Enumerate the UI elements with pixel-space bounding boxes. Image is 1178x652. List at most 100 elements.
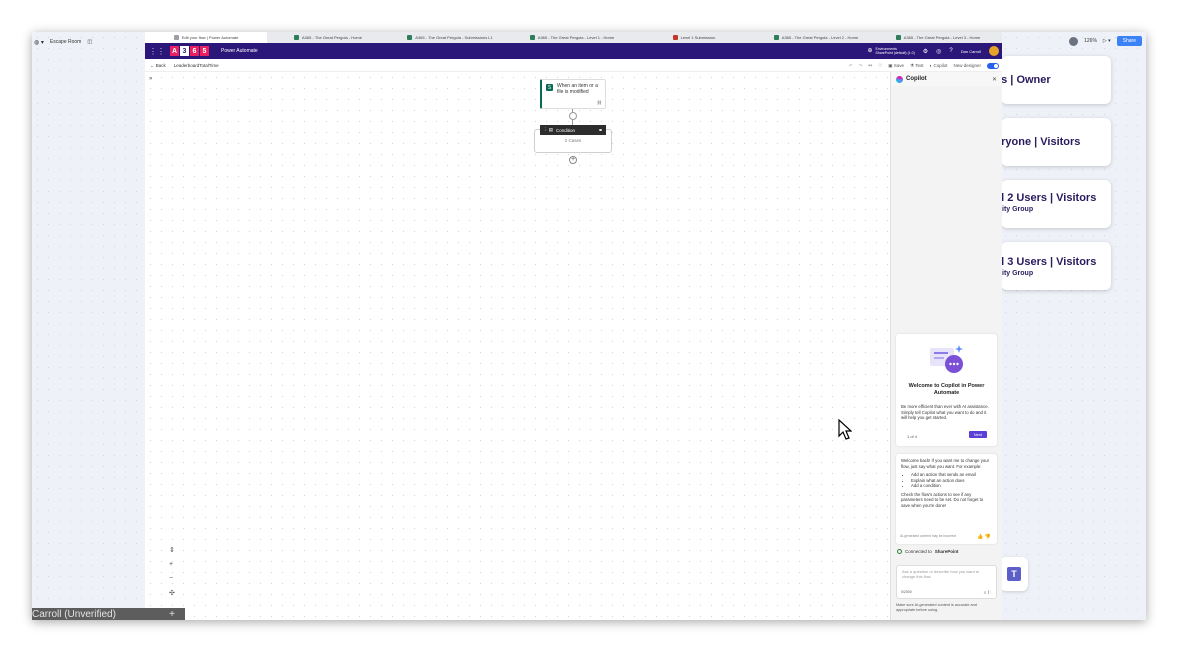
tab-label: Edit your flow | Power Automate bbox=[181, 35, 239, 40]
participant-bar: Carroll (Unverified) + bbox=[32, 608, 185, 620]
tab-great-pergola-home[interactable]: A365 - The Great Pergola - Home bbox=[267, 32, 389, 43]
present-icon[interactable]: ▷ ▾ bbox=[1103, 38, 1111, 44]
tab-level3-home[interactable]: A365 - The Great Pergola - Level 3 - Hom… bbox=[877, 32, 999, 43]
back-button[interactable]: ← Back bbox=[150, 63, 166, 68]
copilot-input[interactable]: Ask a question or describe how you want … bbox=[896, 565, 997, 599]
environment-text: Environments SharePoint (default) (1.0) bbox=[875, 47, 914, 56]
settings-icon[interactable]: ⚙ bbox=[923, 48, 928, 55]
environment-value: SharePoint (default) (1.0) bbox=[875, 51, 915, 55]
link-icon: ⛓ bbox=[596, 100, 602, 105]
copilot-button[interactable]: ◐ Copilot bbox=[930, 63, 948, 68]
participant-name: Carroll (Unverified) bbox=[32, 608, 116, 620]
tab-edit-flow[interactable]: Edit your flow | Power Automate bbox=[145, 32, 267, 43]
connections-icon[interactable]: ⚯ bbox=[868, 63, 872, 69]
environment-picker[interactable]: ⊕ Environments SharePoint (default) (1.0) bbox=[867, 47, 914, 56]
role-card-1[interactable]: ss | Owner bbox=[995, 56, 1111, 104]
role-card-role: Visitors bbox=[1056, 256, 1097, 268]
role-card-text: el 2 Users | bbox=[995, 192, 1057, 204]
logo-letter: A bbox=[170, 46, 179, 56]
footer-disclaimer: Make sure AI-generated content is accura… bbox=[896, 603, 977, 612]
app-title[interactable]: Power Automate bbox=[221, 48, 258, 54]
welcome-title: Welcome to Copilot in Power Automate bbox=[908, 383, 985, 396]
whiteboard-toolbar-right: 126% ▷ ▾ Share bbox=[1069, 36, 1142, 46]
test-label: Test bbox=[915, 62, 924, 68]
tab-level1-submission[interactable]: Level 1 Submission bbox=[633, 32, 755, 43]
avatar[interactable] bbox=[989, 46, 999, 56]
trigger-card[interactable]: S When an item or a file is modified ⛓ bbox=[540, 79, 606, 109]
fit-view-icon[interactable]: ⇕ bbox=[169, 546, 175, 554]
logo-letter: 6 bbox=[190, 46, 199, 56]
share-button[interactable]: Share bbox=[1116, 36, 1142, 46]
role-card-3[interactable]: el 2 Users | Visitors urity Group bbox=[995, 180, 1111, 228]
teams-icon: T bbox=[1007, 567, 1021, 581]
teams-app-card[interactable]: T bbox=[1000, 557, 1028, 591]
feedback-icons: 👍 👎 bbox=[977, 534, 991, 541]
role-card-title: ss | Owner bbox=[995, 74, 1051, 86]
board-name[interactable]: Escape Room bbox=[50, 39, 81, 45]
link-icon: ⚭ bbox=[597, 127, 603, 134]
test-button[interactable]: ⚗ Test bbox=[910, 63, 923, 69]
menu-icon[interactable]: ◍ ▾ bbox=[34, 39, 44, 46]
app-launcher-icon[interactable]: ⋮⋮ bbox=[149, 47, 165, 56]
checker-icon[interactable]: ♡ bbox=[878, 63, 882, 69]
tab-level2-home[interactable]: A365 - The Great Pergola - Level 2 - Hom… bbox=[755, 32, 877, 43]
notifications-icon[interactable]: ◎ bbox=[936, 48, 941, 55]
condition-cases: 2 Cases bbox=[564, 138, 582, 143]
help-icon[interactable]: ? bbox=[949, 48, 952, 54]
sharepoint-icon bbox=[294, 35, 300, 40]
connection-status: Connected to SharePoint bbox=[897, 549, 959, 554]
zoom-level[interactable]: 126% bbox=[1084, 38, 1097, 44]
sharepoint-icon: S bbox=[546, 84, 553, 91]
environment-icon: ⊕ bbox=[867, 47, 873, 54]
tab-strip: Edit your flow | Power Automate A365 - T… bbox=[145, 32, 1002, 43]
copilot-message: Welcome back! If you want me to change y… bbox=[896, 454, 997, 544]
environment-label: Environments bbox=[875, 46, 897, 51]
close-icon[interactable]: ✕ bbox=[992, 76, 997, 83]
sharepoint-icon bbox=[773, 35, 779, 40]
trigger-title: When an item or a file is modified bbox=[557, 83, 598, 95]
new-designer-label: New designer bbox=[953, 63, 981, 68]
condition-header[interactable]: ⋮ ▤ Condition ⚭ bbox=[540, 125, 606, 135]
next-button[interactable]: Next bbox=[968, 431, 987, 438]
condition-title: Condition bbox=[556, 127, 576, 133]
zoom-in-icon[interactable]: + bbox=[169, 561, 175, 568]
copilot-header: Copilot ✕ bbox=[891, 72, 1002, 86]
send-icon[interactable]: ▷ bbox=[988, 590, 992, 596]
role-card-4[interactable]: el 3 Users | Visitors urity Group bbox=[995, 242, 1111, 290]
role-card-role: Visitors bbox=[1056, 192, 1097, 204]
expand-panel-icon[interactable]: » bbox=[149, 76, 152, 82]
command-bar-actions: ↶ ↷ ⚯ ♡ ▣ Save ⚗ Test ◐ Copilot New desi… bbox=[849, 59, 999, 72]
zoom-out-icon[interactable]: − bbox=[169, 575, 175, 582]
save-label: Save bbox=[893, 62, 905, 68]
role-card-title: el 3 Users | Visitors bbox=[995, 256, 1096, 268]
thumbs-down-icon[interactable]: 👎 bbox=[985, 534, 991, 540]
role-card-2[interactable]: eryone | Visitors bbox=[995, 118, 1111, 166]
tab-label: A365 - The Great Pergola - Home bbox=[302, 35, 362, 40]
ai-disclaimer-text: AI-generated content may be incorrect bbox=[900, 533, 957, 538]
char-count: 0/2000 bbox=[901, 590, 912, 594]
thumbs-up-icon[interactable]: 👍 bbox=[977, 534, 983, 540]
attach-icon[interactable]: ⌕ bbox=[984, 590, 987, 596]
tab-label: A365 - The Great Pergola - Level 1 - Hom… bbox=[537, 35, 615, 40]
minimap-icon[interactable]: ✣ bbox=[169, 589, 175, 597]
add-participant-button[interactable]: + bbox=[169, 609, 175, 620]
save-button[interactable]: ▣ Save bbox=[888, 63, 904, 69]
undo-icon[interactable]: ↶ bbox=[849, 63, 853, 69]
tab-submissions-l1[interactable]: A365 - The Great Pergola - Submissions L… bbox=[389, 32, 511, 43]
collaborator-avatar[interactable] bbox=[1069, 36, 1079, 46]
copilot-title: Copilot bbox=[906, 76, 927, 82]
send-actions: ⌕ ▷ bbox=[984, 591, 992, 596]
tab-level1-home[interactable]: A365 - The Great Pergola - Level 1 - Hom… bbox=[511, 32, 633, 43]
add-step-button[interactable]: + bbox=[569, 156, 577, 164]
redo-icon[interactable]: ↷ bbox=[859, 63, 863, 69]
insert-step-node[interactable] bbox=[569, 112, 577, 120]
command-bar: ← Back LeaderboardTotalTime ↶ ↷ ⚯ ♡ ▣ Sa… bbox=[145, 59, 1002, 72]
new-designer-toggle[interactable] bbox=[987, 62, 999, 69]
board-panel-icon[interactable]: ◫ bbox=[87, 39, 92, 45]
flow-canvas[interactable]: » S When an item or a file is modified ⛓… bbox=[145, 72, 890, 620]
user-name[interactable]: Dan Carroll bbox=[961, 49, 981, 54]
message-outro: Check the flow's actions to see if any p… bbox=[901, 491, 984, 508]
brand-logo[interactable]: A 3 6 5 bbox=[170, 46, 209, 56]
suite-header: ⋮⋮ A 3 6 5 Power Automate ⊕ Environments… bbox=[145, 43, 1002, 59]
role-card-role: Visitors bbox=[1040, 136, 1081, 148]
